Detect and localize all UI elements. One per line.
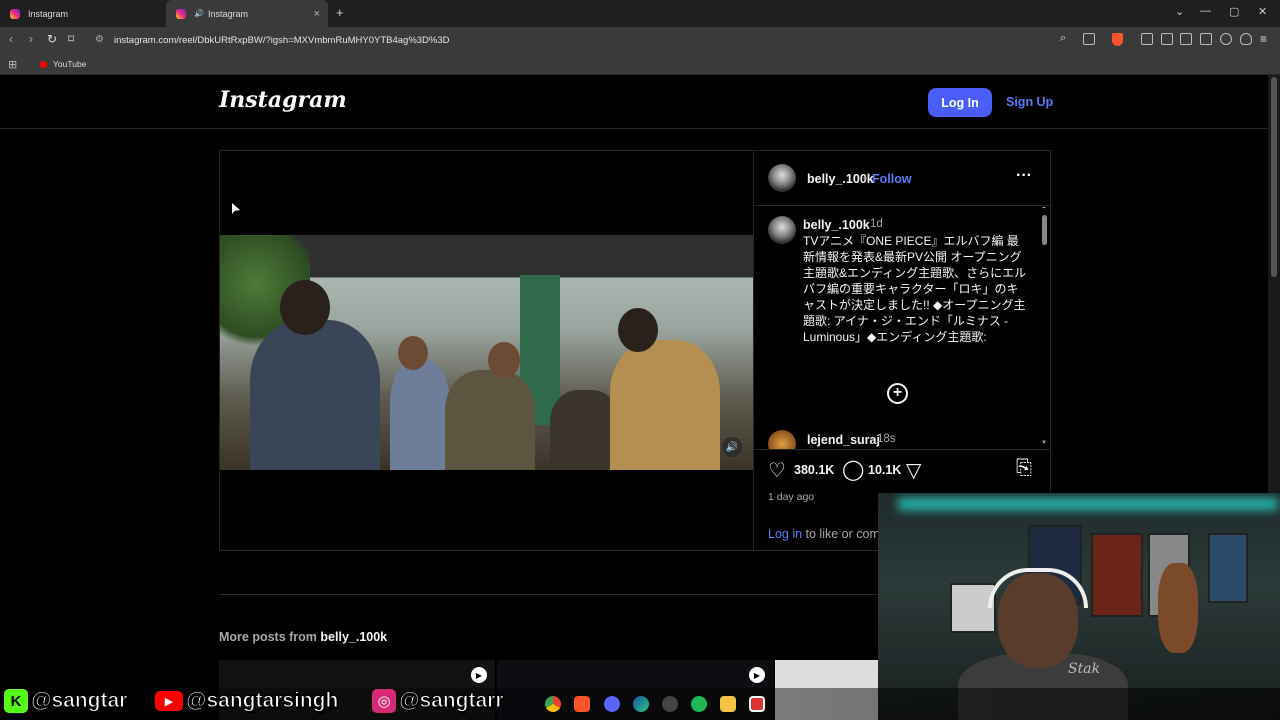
- comment-count: 10.1K: [868, 463, 902, 477]
- like-heart-icon[interactable]: ♡: [768, 458, 786, 483]
- tab-bar: Instagram 🔊 Instagram × + ⌄ — ▢ ✕: [0, 0, 1280, 27]
- tab-instagram-2[interactable]: 🔊 Instagram ×: [166, 0, 328, 27]
- tab-label: Instagram: [207, 8, 248, 19]
- comments-panel: belly_.100k 1d TVアニメ『ONE PIECE』エルバフ編 最新情…: [754, 207, 1051, 449]
- minimize-button[interactable]: —: [1200, 5, 1211, 17]
- avatar[interactable]: [768, 216, 796, 244]
- youtube-icon: [40, 60, 47, 68]
- login-button[interactable]: Log In: [928, 88, 992, 117]
- new-tab-button[interactable]: +: [336, 5, 344, 20]
- comment-username[interactable]: lejend_suraj: [807, 433, 880, 447]
- tab-label: Instagram: [28, 8, 69, 19]
- file-explorer-icon[interactable]: [720, 696, 736, 712]
- kick-handle-text: @sangtar: [30, 689, 128, 713]
- webcam-overlay: Stak: [878, 493, 1280, 720]
- site-info-icon[interactable]: ⚙: [95, 34, 104, 45]
- tab-search-dropdown-icon[interactable]: ⌄: [1175, 5, 1184, 18]
- instagram-logo[interactable]: Instagram: [219, 87, 347, 113]
- avatar[interactable]: [768, 430, 796, 449]
- brave-icon[interactable]: [574, 696, 590, 712]
- save-bookmark-icon[interactable]: ⎘: [1016, 457, 1032, 480]
- comments-scrollbar[interactable]: ▲ ▼: [1041, 207, 1048, 447]
- spotify-icon[interactable]: [691, 696, 707, 712]
- wallet-icon[interactable]: [1200, 33, 1212, 45]
- share-icon[interactable]: ▽: [906, 458, 921, 483]
- instagram-handle-text: @sangtarr: [399, 689, 505, 713]
- sidebar-icon[interactable]: [1180, 33, 1192, 45]
- chrome-icon[interactable]: [545, 696, 561, 712]
- more-posts-heading: More posts from belly_.100k: [219, 630, 387, 644]
- reload-icon[interactable]: ↻: [47, 32, 57, 46]
- login-prompt-text: to like or com: [802, 527, 880, 541]
- avatar[interactable]: [768, 164, 796, 192]
- separator-dot: •: [863, 171, 868, 185]
- kick-handle: K @sangtar: [4, 689, 128, 713]
- instagram-header: Instagram Log In Sign Up: [0, 75, 1268, 129]
- back-icon[interactable]: ‹: [9, 32, 13, 46]
- audio-toggle-icon[interactable]: 🔊: [722, 437, 742, 457]
- url-field[interactable]: instagram.com/reel/DbkURtRxpBW/?igsh=MXV…: [114, 35, 450, 46]
- caption-time: 1d: [870, 218, 883, 230]
- login-link[interactable]: Log in: [768, 527, 802, 541]
- instagram-favicon-icon: [10, 8, 20, 19]
- post-age: 1 day ago: [768, 491, 815, 503]
- address-bar: ‹ › ↻ ⌑ ⚙ instagram.com/reel/DbkURtRxpBW…: [0, 27, 1280, 53]
- post-sidebar: belly_.100k • Follow ··· belly_.100k 1d …: [753, 151, 1051, 550]
- media-icon[interactable]: [1161, 33, 1173, 45]
- signup-button[interactable]: Sign Up: [1006, 95, 1053, 109]
- menu-icon[interactable]: ≡: [1260, 32, 1267, 46]
- youtube-handle: ▶ @sangtarsingh: [155, 689, 339, 713]
- close-tab-icon[interactable]: ×: [314, 8, 320, 20]
- bookmarks-bar: ⊞ YouTube: [0, 53, 1280, 75]
- edge-icon[interactable]: [633, 696, 649, 712]
- reel-post: 🔊 belly_.100k • Follow ··· belly_.100k 1…: [219, 150, 1051, 551]
- comment-icon[interactable]: ◯: [842, 457, 864, 482]
- discord-icon[interactable]: [604, 696, 620, 712]
- tab-instagram-1[interactable]: Instagram: [0, 0, 165, 27]
- close-window-button[interactable]: ✕: [1258, 5, 1267, 18]
- bookmark-youtube[interactable]: YouTube: [40, 59, 86, 69]
- vpn-icon[interactable]: [1240, 33, 1252, 45]
- instagram-icon: ◎: [372, 689, 396, 713]
- maximize-button[interactable]: ▢: [1229, 5, 1239, 18]
- bookmark-icon[interactable]: ⌑: [68, 32, 74, 46]
- youtube-handle-text: @sangtarsingh: [185, 689, 339, 713]
- speaker-icon[interactable]: 🔊: [194, 9, 204, 18]
- video-frame: 🔊: [220, 235, 753, 470]
- load-more-comments-icon[interactable]: +: [887, 383, 908, 404]
- brave-shields-icon[interactable]: [1112, 33, 1123, 46]
- cast-icon[interactable]: [1083, 33, 1095, 45]
- settings-icon[interactable]: [662, 696, 678, 712]
- extensions-icon[interactable]: [1141, 33, 1153, 45]
- kick-icon: K: [4, 689, 28, 713]
- caption-text: TVアニメ『ONE PIECE』エルバフ編 最新情報を発表&最新PV公開 オープ…: [803, 234, 1027, 344]
- caption-username[interactable]: belly_.100k: [803, 218, 870, 232]
- reel-play-icon: ▶: [471, 667, 487, 683]
- reel-play-icon: ▶: [749, 667, 765, 683]
- more-options-icon[interactable]: ···: [1016, 167, 1032, 185]
- forward-icon[interactable]: ›: [29, 32, 33, 46]
- more-posts-label: More posts from: [219, 630, 321, 644]
- bookmark-label: YouTube: [53, 59, 87, 69]
- instagram-handle: ◎ @sangtarr: [372, 689, 504, 713]
- zoom-icon[interactable]: ⌕: [1060, 32, 1066, 45]
- shirt-text: Stak: [1068, 661, 1101, 677]
- login-prompt: Log in to like or com: [768, 527, 880, 541]
- like-count: 380.1K: [794, 463, 835, 477]
- leo-ai-icon[interactable]: [1220, 33, 1232, 45]
- apps-grid-icon[interactable]: ⊞: [8, 58, 17, 71]
- youtube-icon: ▶: [155, 691, 183, 711]
- reel-video[interactable]: 🔊: [220, 151, 753, 550]
- more-posts-username[interactable]: belly_.100k: [320, 630, 387, 644]
- obs-app-icon[interactable]: [749, 696, 765, 712]
- instagram-favicon-icon: [176, 8, 186, 19]
- follow-button[interactable]: Follow: [872, 172, 912, 186]
- comment-time: 18s: [877, 433, 896, 445]
- post-header: belly_.100k • Follow ···: [754, 151, 1051, 206]
